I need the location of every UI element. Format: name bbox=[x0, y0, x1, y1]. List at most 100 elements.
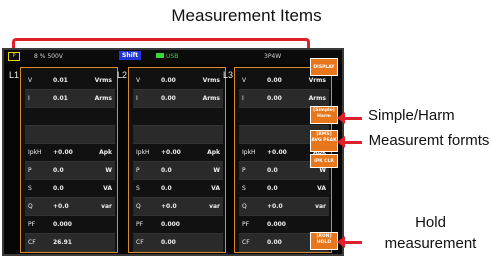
run-hold-softkey[interactable]: [RUN] HOLD bbox=[310, 232, 338, 250]
measurement-value: 0.00 bbox=[161, 77, 176, 84]
measurement-value: 0.000 bbox=[161, 221, 180, 228]
measurement-label: S bbox=[136, 185, 140, 192]
measurement-row: PF 0.000 bbox=[25, 216, 115, 234]
measurement-value: 0.000 bbox=[267, 221, 286, 228]
panel-l2: L2 V 0.00 Vrms I 0.00 Arms IpkH +0.00 Apk P 0.0 W S 0… bbox=[117, 67, 226, 253]
softkey-column: DISPLAY [Simple] Harm [RMS] AVG PEAK IPK… bbox=[310, 50, 340, 252]
measurement-row: Q +0.0 var bbox=[133, 198, 223, 216]
measurement-unit: VA bbox=[103, 185, 112, 192]
measurement-value: 0.0 bbox=[53, 167, 64, 174]
measurement-label: V bbox=[242, 77, 247, 84]
measurement-label: V bbox=[28, 77, 33, 84]
measurement-row: PF 0.000 bbox=[133, 216, 223, 234]
measurement-row: Q +0.0 var bbox=[25, 198, 115, 216]
measurement-label: IpkH bbox=[242, 149, 256, 156]
measurement-unit: W bbox=[213, 167, 220, 174]
ipk-clear-softkey[interactable]: IPK CLR bbox=[310, 154, 338, 168]
measurement-value: 0.0 bbox=[267, 167, 278, 174]
simple-harm-softkey[interactable]: [Simple] Harm bbox=[310, 106, 338, 124]
measurement-value: 0.0 bbox=[53, 185, 64, 192]
measurement-row bbox=[25, 108, 115, 126]
measurement-row: V 0.00 Vrms bbox=[133, 72, 223, 90]
measurement-value: 0.00 bbox=[161, 239, 176, 246]
panel-label-l1: L1 bbox=[9, 70, 20, 80]
measurement-row: IpkH +0.00 Apk bbox=[25, 144, 115, 162]
measurement-unit: Apk bbox=[99, 149, 112, 156]
measurement-label: S bbox=[242, 185, 246, 192]
panel-label-l3: L3 bbox=[223, 70, 234, 80]
display-softkey[interactable]: DISPLAY bbox=[310, 58, 338, 76]
measurement-row: CF 26.91 bbox=[25, 234, 115, 252]
measurement-value: 0.0 bbox=[267, 185, 278, 192]
measurement-value: 0.00 bbox=[267, 239, 282, 246]
measurement-row: I 0.00 Arms bbox=[133, 90, 223, 108]
measurement-value: +0.00 bbox=[267, 149, 287, 156]
measurement-label: V bbox=[136, 77, 141, 84]
shift-indicator: Shift bbox=[119, 51, 142, 60]
measurement-label: Q bbox=[242, 203, 247, 210]
wiring-indicator: 3P4W bbox=[264, 53, 282, 60]
measurement-value: 26.91 bbox=[53, 239, 72, 246]
measurement-format-softkey[interactable]: [RMS] AVG PEAK bbox=[310, 130, 338, 152]
range-indicator: 8 % 500V bbox=[34, 53, 63, 60]
measurement-value: 0.0 bbox=[161, 185, 172, 192]
measurement-row: I 0.01 Arms bbox=[25, 90, 115, 108]
status-bar: P 8 % 500V Shift USB 3P4W bbox=[4, 50, 342, 64]
measurement-value: 0.000 bbox=[53, 221, 72, 228]
measurement-label: Q bbox=[136, 203, 141, 210]
measurement-row: CF 0.00 bbox=[133, 234, 223, 252]
measurement-unit: Arms bbox=[94, 95, 112, 102]
measurement-label: P bbox=[242, 167, 246, 174]
measurement-label: PF bbox=[136, 221, 144, 228]
annotation-arrow-hold bbox=[337, 236, 362, 248]
annotation-arrow-simple bbox=[337, 112, 362, 124]
measurement-label: CF bbox=[28, 239, 36, 246]
measurement-unit: var bbox=[209, 203, 220, 210]
measurement-row: S 0.0 VA bbox=[25, 180, 115, 198]
measurement-row: V 0.01 Vrms bbox=[25, 72, 115, 90]
measurement-unit: Apk bbox=[207, 149, 220, 156]
measurement-row: IpkH +0.00 Apk bbox=[133, 144, 223, 162]
measurement-label: CF bbox=[136, 239, 144, 246]
measurement-unit: Vrms bbox=[202, 77, 220, 84]
measurement-label: IpkH bbox=[28, 149, 42, 156]
annotation-hold: Hold measurement bbox=[384, 214, 477, 252]
measurement-label: Q bbox=[28, 203, 33, 210]
measurement-value: 0.01 bbox=[53, 77, 68, 84]
measurement-label: I bbox=[28, 95, 30, 102]
measurement-unit: Vrms bbox=[94, 77, 112, 84]
measurement-row: S 0.0 VA bbox=[133, 180, 223, 198]
measurement-value: +0.00 bbox=[161, 149, 181, 156]
measurement-row bbox=[133, 108, 223, 126]
usb-indicator: USB bbox=[156, 53, 178, 60]
measurement-value: 0.00 bbox=[267, 77, 282, 84]
annotation-arrow-format bbox=[337, 136, 362, 148]
panel-l1: L1 V 0.01 Vrms I 0.01 Arms IpkH +0.00 Apk P 0.0 W S 0… bbox=[9, 67, 118, 253]
measurement-label: PF bbox=[28, 221, 36, 228]
measurement-label: IpkH bbox=[136, 149, 150, 156]
measurement-value: +0.0 bbox=[161, 203, 177, 210]
annotation-simple-harm: Simple/Harm bbox=[368, 107, 455, 124]
measurement-unit: Arms bbox=[202, 95, 220, 102]
annotation-formats: Measuremt formts bbox=[368, 132, 490, 149]
annotation-measurement-items: Measurement Items bbox=[171, 6, 322, 25]
measurement-label: I bbox=[136, 95, 138, 102]
mode-indicator: P bbox=[8, 52, 20, 61]
measurement-value: 0.00 bbox=[267, 95, 282, 102]
measurement-value: +0.0 bbox=[53, 203, 69, 210]
measurement-label: CF bbox=[242, 239, 250, 246]
measurement-unit: VA bbox=[211, 185, 220, 192]
panel-label-l2: L2 bbox=[117, 70, 128, 80]
measurement-value: +0.00 bbox=[53, 149, 73, 156]
measurement-row: P 0.0 W bbox=[25, 162, 115, 180]
measurement-value: 0.01 bbox=[53, 95, 68, 102]
measurement-unit: var bbox=[101, 203, 112, 210]
measurement-label: P bbox=[136, 167, 140, 174]
measurement-label: P bbox=[28, 167, 32, 174]
measurement-value: 0.00 bbox=[161, 95, 176, 102]
measurement-label: I bbox=[242, 95, 244, 102]
measurement-label: S bbox=[28, 185, 32, 192]
measurement-value: 0.0 bbox=[161, 167, 172, 174]
measurement-row bbox=[25, 126, 115, 144]
measurement-row: P 0.0 W bbox=[133, 162, 223, 180]
